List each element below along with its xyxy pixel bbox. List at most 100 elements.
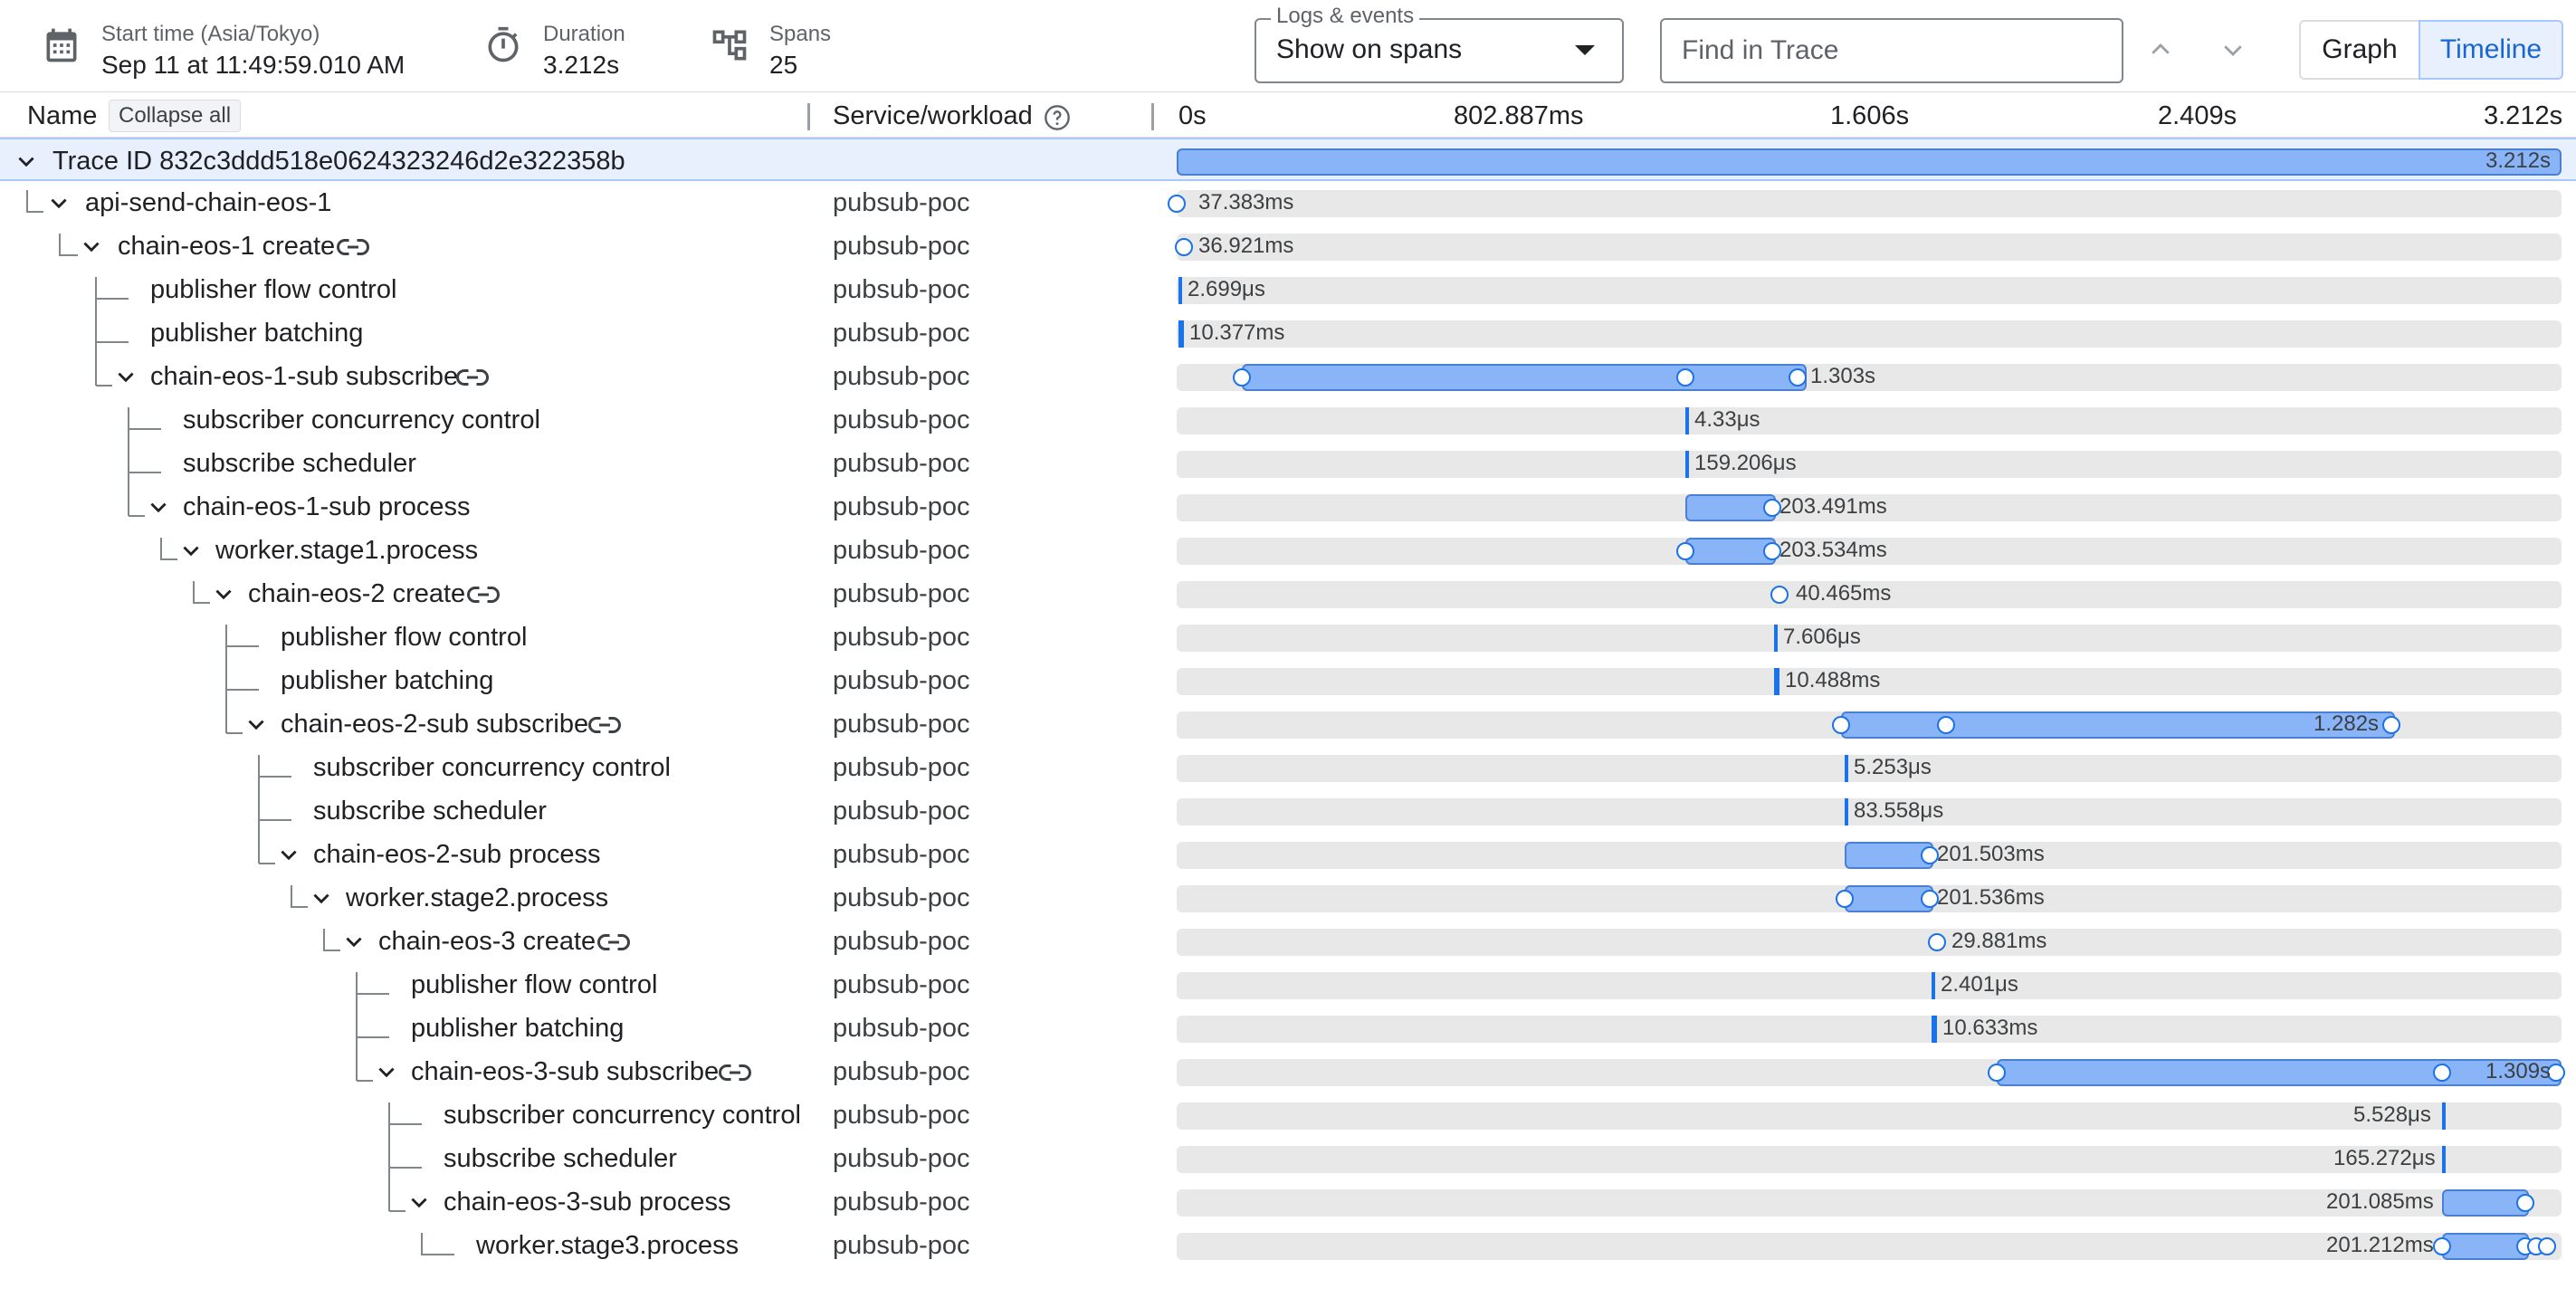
span-event-marker[interactable]	[1789, 368, 1807, 387]
span-name: subscriber concurrency control	[313, 753, 671, 782]
span-row[interactable]: api-send-chain-eos-1 pubsub-poc 37.383ms	[0, 181, 2576, 224]
chevron-down-icon[interactable]	[47, 192, 71, 215]
span-service: pubsub-poc	[833, 1014, 970, 1043]
span-event-marker[interactable]	[1921, 890, 1939, 908]
collapse-all-button[interactable]: Collapse all	[109, 100, 242, 132]
link-icon[interactable]	[456, 364, 489, 391]
span-row[interactable]: publisher flow control pubsub-poc 7.606μ…	[0, 616, 2576, 659]
span-name: publisher flow control	[150, 275, 397, 304]
span-service: pubsub-poc	[833, 753, 970, 782]
graph-view-button[interactable]: Graph	[2299, 20, 2420, 80]
span-event-marker[interactable]	[1921, 846, 1939, 864]
span-name: chain-eos-2-sub subscribe	[281, 710, 589, 739]
span-event-marker[interactable]	[1233, 368, 1251, 387]
chevron-down-icon[interactable]	[342, 931, 366, 954]
chevron-down-icon[interactable]	[375, 1061, 398, 1084]
spans-block: Spans 25	[710, 20, 831, 81]
span-event-marker[interactable]	[1676, 368, 1694, 387]
span-row[interactable]: worker.stage1.process pubsub-poc 203.534…	[0, 529, 2576, 572]
chevron-down-icon[interactable]	[212, 583, 235, 606]
logs-events-select[interactable]: Logs & events Show on spans	[1255, 4, 1624, 83]
span-event-marker[interactable]	[2382, 716, 2400, 734]
chevron-down-icon[interactable]	[244, 713, 268, 737]
span-row[interactable]: chain-eos-3 create pubsub-poc 29.881ms	[0, 920, 2576, 963]
span-row[interactable]: chain-eos-1-sub process pubsub-poc 203.4…	[0, 485, 2576, 529]
link-icon[interactable]	[588, 711, 621, 739]
span-event-marker[interactable]	[1770, 586, 1789, 604]
span-row[interactable]: chain-eos-2 create pubsub-poc 40.465ms	[0, 572, 2576, 616]
help-icon[interactable]	[1043, 103, 1072, 132]
span-row[interactable]: chain-eos-2-sub process pubsub-poc 201.5…	[0, 833, 2576, 876]
trace-duration-bar	[1177, 148, 2562, 176]
span-name: publisher flow control	[281, 623, 528, 652]
span-name: chain-eos-1 create	[118, 232, 336, 261]
span-event-marker[interactable]	[1937, 716, 1955, 734]
span-event-marker[interactable]	[2433, 1237, 2451, 1255]
chevron-down-icon[interactable]	[179, 539, 203, 563]
link-icon[interactable]	[467, 581, 500, 608]
start-time-block: Start time (Asia/Tokyo) Sep 11 at 11:49:…	[42, 20, 405, 81]
chevron-down-icon[interactable]	[277, 844, 301, 867]
span-event-marker[interactable]	[2516, 1194, 2534, 1212]
chevron-up-icon[interactable]	[2147, 36, 2174, 63]
span-event-marker[interactable]	[2538, 1237, 2556, 1255]
trace-duration-label: 3.212s	[2485, 148, 2552, 173]
span-service: pubsub-poc	[833, 449, 970, 478]
span-service: pubsub-poc	[833, 1188, 970, 1217]
span-row[interactable]: subscribe scheduler pubsub-poc 165.272μs	[0, 1137, 2576, 1180]
span-event-marker[interactable]	[1928, 933, 1946, 951]
span-duration-bar	[1774, 668, 1779, 695]
span-event-marker[interactable]	[1676, 542, 1694, 560]
chevron-down-icon[interactable]	[407, 1191, 431, 1215]
link-icon[interactable]	[719, 1059, 751, 1086]
span-row[interactable]: chain-eos-2-sub subscribe pubsub-poc 1.2…	[0, 702, 2576, 746]
span-event-marker[interactable]	[1836, 890, 1854, 908]
span-row[interactable]: publisher batching pubsub-poc 10.377ms	[0, 311, 2576, 355]
find-in-trace-input[interactable]	[1660, 18, 2123, 83]
span-duration-bar	[1845, 755, 1848, 782]
span-row[interactable]: subscriber concurrency control pubsub-po…	[0, 746, 2576, 789]
link-icon[interactable]	[597, 929, 630, 956]
chevron-down-icon[interactable]	[2219, 36, 2247, 63]
span-row[interactable]: chain-eos-3-sub process pubsub-poc 201.0…	[0, 1180, 2576, 1224]
link-icon[interactable]	[337, 234, 369, 261]
chevron-down-icon[interactable]	[310, 887, 333, 911]
span-event-marker[interactable]	[2433, 1064, 2451, 1082]
span-event-marker[interactable]	[1832, 716, 1850, 734]
span-row[interactable]: worker.stage3.process pubsub-poc 201.212…	[0, 1224, 2576, 1267]
timeline-view-button[interactable]: Timeline	[2419, 20, 2563, 80]
span-row[interactable]: publisher flow control pubsub-poc 2.401μ…	[0, 963, 2576, 1007]
span-row[interactable]: publisher batching pubsub-poc 10.488ms	[0, 659, 2576, 702]
chevron-down-icon[interactable]	[14, 150, 38, 174]
trace-root-row[interactable]: Trace ID 832c3ddd518e0624323246d2e322358…	[0, 138, 2576, 181]
span-event-marker[interactable]	[1763, 542, 1781, 560]
timeline-tick-label: 3.212s	[2484, 101, 2563, 130]
span-duration: 1.303s	[1810, 364, 1876, 388]
span-row[interactable]: subscribe scheduler pubsub-poc 83.558μs	[0, 789, 2576, 833]
span-event-marker[interactable]	[1763, 499, 1781, 517]
span-name: chain-eos-3 create	[378, 927, 596, 956]
chevron-down-icon[interactable]	[80, 235, 103, 259]
span-service: pubsub-poc	[833, 406, 970, 434]
span-row[interactable]: chain-eos-1-sub subscribe pubsub-poc 1.3…	[0, 355, 2576, 398]
span-duration: 165.272μs	[2333, 1146, 2436, 1170]
span-duration-bar	[2442, 1146, 2446, 1173]
span-duration: 5.528μs	[2353, 1102, 2431, 1127]
column-resize-handle[interactable]	[807, 103, 810, 130]
span-service: pubsub-poc	[833, 797, 970, 826]
span-row[interactable]: subscribe scheduler pubsub-poc 159.206μs	[0, 442, 2576, 485]
span-row[interactable]: subscriber concurrency control pubsub-po…	[0, 1093, 2576, 1137]
span-row[interactable]: worker.stage2.process pubsub-poc 201.536…	[0, 876, 2576, 920]
span-row[interactable]: publisher flow control pubsub-poc 2.699μ…	[0, 268, 2576, 311]
span-row[interactable]: publisher batching pubsub-poc 10.633ms	[0, 1007, 2576, 1050]
span-duration-bar	[1932, 972, 1935, 999]
span-row[interactable]: chain-eos-1 create pubsub-poc 36.921ms	[0, 224, 2576, 268]
span-event-marker[interactable]	[1168, 195, 1186, 213]
chevron-down-icon[interactable]	[147, 496, 170, 520]
column-resize-handle[interactable]	[1151, 103, 1154, 130]
span-event-marker[interactable]	[1988, 1064, 2006, 1082]
chevron-down-icon[interactable]	[114, 366, 138, 389]
span-row[interactable]: subscriber concurrency control pubsub-po…	[0, 398, 2576, 442]
span-row[interactable]: chain-eos-3-sub subscribe pubsub-poc 1.3…	[0, 1050, 2576, 1093]
span-event-marker[interactable]	[1175, 238, 1193, 256]
